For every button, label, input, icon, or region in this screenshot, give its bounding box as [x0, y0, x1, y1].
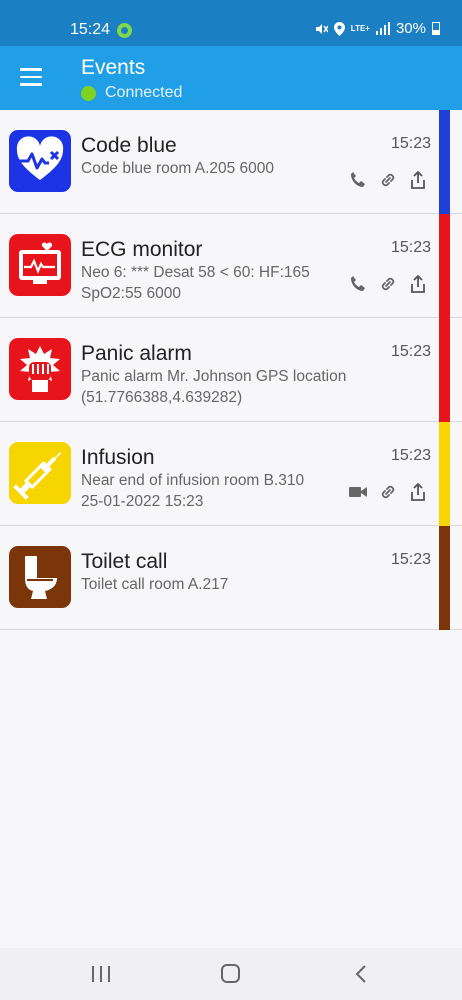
event-time: 15:23	[390, 551, 431, 568]
event-row-ecg-monitor[interactable]: ECG monitor Neo 6: *** Desat 58 < 60: HF…	[0, 214, 462, 318]
share-icon[interactable]	[408, 170, 428, 190]
fist-icon	[9, 338, 71, 400]
back-icon[interactable]	[354, 964, 368, 984]
toilet-icon	[9, 546, 71, 608]
event-title: Toilet call	[81, 550, 168, 573]
event-title: ECG monitor	[81, 238, 203, 261]
event-actions	[348, 170, 428, 190]
event-time: 15:23	[390, 135, 431, 152]
status-time: 15:24	[70, 21, 111, 38]
priority-stripe	[439, 214, 450, 318]
page-title: Events	[81, 56, 146, 79]
status-indicators: LTE+ 30%	[314, 20, 440, 37]
mute-icon	[315, 23, 328, 34]
event-actions	[348, 274, 428, 294]
video-icon[interactable]	[348, 482, 368, 502]
link-icon[interactable]	[378, 274, 398, 294]
connection-status-label: Connected	[105, 84, 183, 101]
recents-icon[interactable]	[92, 966, 110, 982]
priority-stripe	[439, 110, 450, 214]
app-bar: Events Connected	[0, 46, 462, 110]
app-notification-icon	[117, 23, 132, 38]
share-icon[interactable]	[408, 274, 428, 294]
share-icon[interactable]	[408, 482, 428, 502]
priority-stripe	[439, 422, 450, 526]
event-row-toilet-call[interactable]: Toilet call Toilet call room A.217 15:23	[0, 526, 462, 630]
event-row-panic-alarm[interactable]: Panic alarm Panic alarm Mr. Johnson GPS …	[0, 318, 462, 422]
event-time: 15:23	[390, 343, 431, 360]
link-icon[interactable]	[378, 482, 398, 502]
event-row-code-blue[interactable]: Code blue Code blue room A.205 6000 15:2…	[0, 110, 462, 214]
home-icon[interactable]	[221, 964, 240, 983]
event-actions	[348, 482, 428, 502]
battery-level: 30%	[395, 20, 426, 37]
event-description: Panic alarm Mr. Johnson GPS location (51.…	[81, 368, 347, 406]
event-time: 15:23	[390, 239, 431, 256]
priority-stripe	[439, 318, 450, 422]
event-row-infusion[interactable]: Infusion Near end of infusion room B.310…	[0, 422, 462, 526]
event-title: Code blue	[81, 134, 177, 157]
battery-icon	[432, 22, 440, 35]
system-nav-bar	[0, 948, 462, 1000]
network-type: LTE+	[350, 23, 370, 33]
syringe-icon	[9, 442, 71, 504]
menu-icon[interactable]	[20, 68, 42, 86]
link-icon[interactable]	[378, 170, 398, 190]
phone-icon[interactable]	[348, 170, 368, 190]
priority-stripe	[439, 526, 450, 630]
event-description: Near end of infusion room B.310 25-01-202…	[81, 472, 305, 510]
event-title: Panic alarm	[81, 342, 192, 365]
event-description: Neo 6: *** Desat 58 < 60: HF:165 SpO2:55 …	[81, 264, 310, 302]
connection-status-dot	[81, 86, 96, 101]
event-title: Infusion	[81, 446, 155, 469]
ecg-monitor-icon	[9, 234, 71, 296]
event-time: 15:23	[390, 447, 431, 464]
heart-monitor-icon	[9, 130, 71, 192]
status-bar: 15:24 LTE+ 30%	[0, 0, 462, 46]
phone-icon[interactable]	[348, 274, 368, 294]
event-list: Code blue Code blue room A.205 6000 15:2…	[0, 110, 462, 630]
location-icon	[333, 21, 345, 36]
signal-icon	[375, 22, 390, 35]
event-description: Toilet call room A.217	[81, 576, 229, 593]
event-description: Code blue room A.205 6000	[81, 160, 275, 177]
